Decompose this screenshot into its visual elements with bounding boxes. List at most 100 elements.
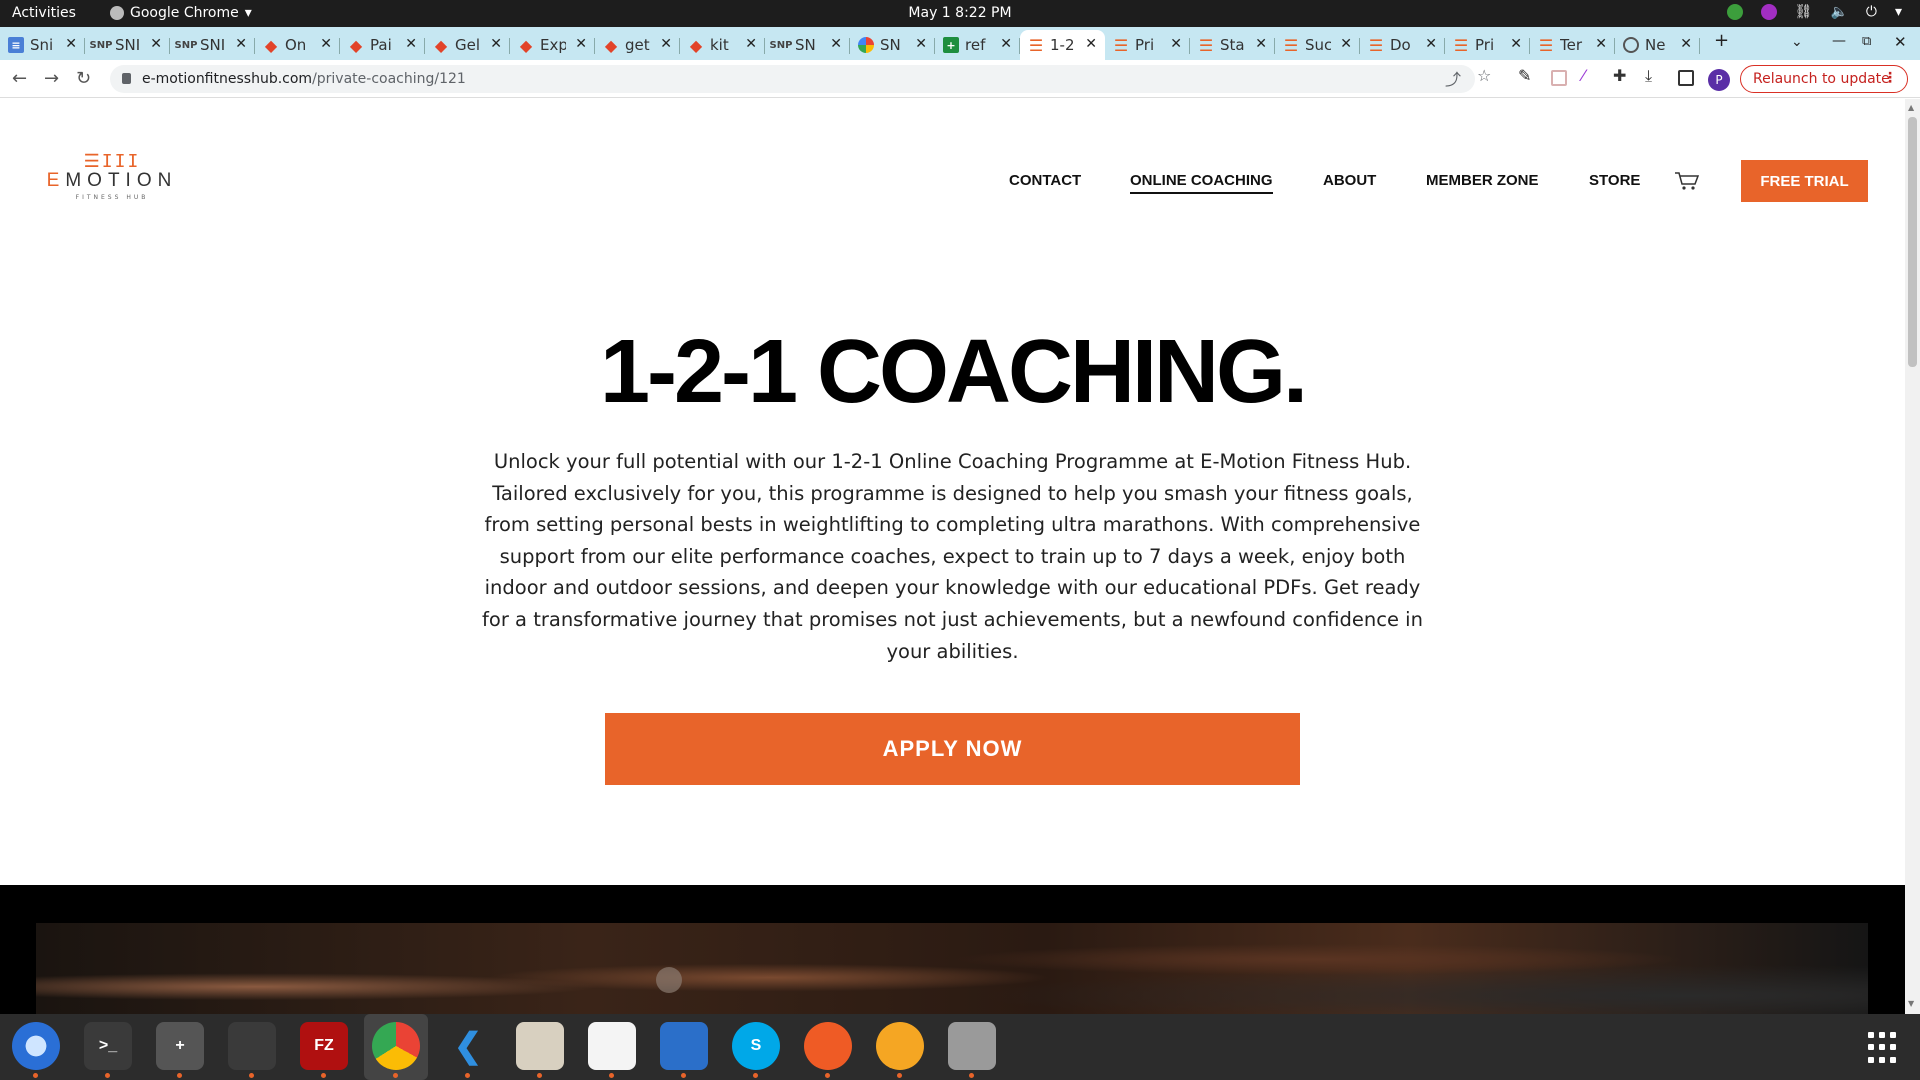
tab-19[interactable]: Ne ✕ [1615,30,1700,60]
terminal-icon[interactable]: >_ [84,1022,132,1078]
lock-icon[interactable] [122,73,131,84]
forward-icon[interactable]: → [44,68,59,89]
tab-15[interactable]: ☰ Suc ✕ [1275,30,1360,60]
close-tab-icon[interactable]: ✕ [65,36,77,52]
download-icon[interactable]: ⤓ [1645,66,1652,86]
system-monitor-icon[interactable] [228,1022,276,1078]
system-tray[interactable]: ⛓ 🔈 ⏻ ▾ [1726,4,1902,20]
share-icon[interactable]: ⤴ [1445,66,1461,90]
tab-7[interactable]: ◆ get ✕ [595,30,680,60]
disk-icon[interactable] [948,1022,996,1078]
tab-17[interactable]: ☰ Pri ✕ [1445,30,1530,60]
tab-2[interactable]: SNP SNI ✕ [170,30,255,60]
close-tab-icon[interactable]: ✕ [320,36,332,52]
tab-18[interactable]: ☰ Ter ✕ [1530,30,1615,60]
extension-pen-icon[interactable]: ⁄ [1582,66,1585,85]
clock[interactable]: May 1 8:22 PM [0,5,1920,21]
profile-avatar[interactable]: P [1708,69,1730,91]
close-tab-icon[interactable]: ✕ [1255,36,1267,52]
volume-icon[interactable]: 🔈 [1830,4,1847,20]
app-menu[interactable]: Google Chrome ▾ [110,5,252,21]
color-picker-icon[interactable] [1760,4,1777,20]
close-tab-icon[interactable]: ✕ [1680,36,1692,52]
tab-10[interactable]: SN ✕ [850,30,935,60]
gitlab-icon: ◆ [519,35,533,55]
close-tab-icon[interactable]: ✕ [490,36,502,52]
close-tab-icon[interactable]: ✕ [150,36,162,52]
extensions-puzzle-icon[interactable]: ✚ [1613,66,1626,85]
nav-store[interactable]: STORE [1589,172,1640,189]
kebab-menu-icon[interactable]: ⋮ [1883,70,1897,86]
network-icon[interactable]: ⛓ [1795,4,1813,20]
close-window-icon[interactable]: ✕ [1894,33,1907,51]
close-tab-icon[interactable]: ✕ [1425,36,1437,52]
nav-about[interactable]: ABOUT [1323,172,1376,189]
tab-8[interactable]: ◆ kit ✕ [680,30,765,60]
tab-16[interactable]: ☰ Do ✕ [1360,30,1445,60]
scrollbar-thumb[interactable] [1908,117,1917,367]
shield-icon[interactable] [1726,4,1743,20]
tab-14[interactable]: ☰ Sta ✕ [1190,30,1275,60]
tab-9[interactable]: SNP SN ✕ [765,30,850,60]
nav-online-coaching[interactable]: ONLINE COACHING [1130,172,1273,194]
close-tab-icon[interactable]: ✕ [1340,36,1352,52]
close-tab-icon[interactable]: ✕ [405,36,417,52]
power-icon[interactable]: ⏻ [1866,4,1877,20]
calculator-icon[interactable]: + [156,1022,204,1078]
files-icon[interactable] [516,1022,564,1078]
close-tab-icon[interactable]: ✕ [1595,36,1607,52]
tab-5[interactable]: ◆ Gel ✕ [425,30,510,60]
relaunch-button[interactable]: Relaunch to update ⋮ [1740,65,1908,93]
new-tab-button[interactable]: + [1714,30,1729,51]
back-icon[interactable]: ← [12,68,27,89]
vscode-icon[interactable]: ❮ [444,1022,492,1078]
reload-icon[interactable]: ↻ [76,68,91,89]
cart-icon[interactable] [1674,171,1700,191]
tab-search-icon[interactable]: ⌄ [1791,34,1803,50]
address-bar[interactable]: e-motionfitnesshub.com/private-coaching/… [110,65,1475,93]
tab-3[interactable]: ◆ On ✕ [255,30,340,60]
close-tab-icon[interactable]: ✕ [1510,36,1522,52]
skype-icon[interactable]: S [732,1022,780,1078]
chrome-icon[interactable] [372,1022,420,1078]
hotspot-icon[interactable] [876,1022,924,1078]
scroll-up-icon[interactable]: ▲ [1908,103,1914,112]
show-apps-icon[interactable] [1868,1032,1900,1064]
libreoffice-writer-icon[interactable] [660,1022,708,1078]
tab-0[interactable]: ≡ Sni ✕ [0,30,85,60]
activities-button[interactable]: Activities [12,5,76,21]
close-tab-icon[interactable]: ✕ [745,36,757,52]
tab-4[interactable]: ◆ Pai ✕ [340,30,425,60]
tab-1[interactable]: SNP SNI ✕ [85,30,170,60]
postman-icon[interactable] [804,1022,852,1078]
close-tab-icon[interactable]: ✕ [1085,36,1097,52]
tab-6[interactable]: ◆ Exp ✕ [510,30,595,60]
close-tab-icon[interactable]: ✕ [830,36,842,52]
thunderbird-icon[interactable] [12,1022,60,1078]
filezilla-icon[interactable]: FZ [300,1022,348,1078]
close-tab-icon[interactable]: ✕ [660,36,672,52]
apply-now-button[interactable]: APPLY NOW [605,713,1300,785]
restore-icon[interactable]: ⧉ [1862,34,1871,49]
close-tab-icon[interactable]: ✕ [235,36,247,52]
extension-calendar-icon[interactable] [1551,70,1567,86]
tab-12[interactable]: ☰ 1-2 ✕ [1020,30,1105,60]
nav-member-zone[interactable]: MEMBER ZONE [1426,172,1539,189]
bookmark-star-icon[interactable]: ☆ [1477,66,1491,85]
text-editor-icon[interactable] [588,1022,636,1078]
close-tab-icon[interactable]: ✕ [915,36,927,52]
tab-11[interactable]: + ref ✕ [935,30,1020,60]
close-tab-icon[interactable]: ✕ [575,36,587,52]
close-tab-icon[interactable]: ✕ [1000,36,1012,52]
free-trial-button[interactable]: FREE TRIAL [1741,160,1868,202]
site-logo[interactable]: ☰III EMOTION FITNESS HUB [42,151,182,201]
nav-contact[interactable]: CONTACT [1009,172,1081,189]
eyedropper-icon[interactable]: ✎ [1518,66,1531,85]
side-panel-icon[interactable] [1678,70,1694,86]
chevron-down-icon[interactable]: ▾ [1895,4,1902,20]
close-tab-icon[interactable]: ✕ [1170,36,1182,52]
minimize-icon[interactable]: — [1832,33,1846,49]
page-scrollbar[interactable]: ▲ ▼ [1905,99,1920,1014]
scroll-down-icon[interactable]: ▼ [1908,999,1914,1008]
tab-13[interactable]: ☰ Pri ✕ [1105,30,1190,60]
